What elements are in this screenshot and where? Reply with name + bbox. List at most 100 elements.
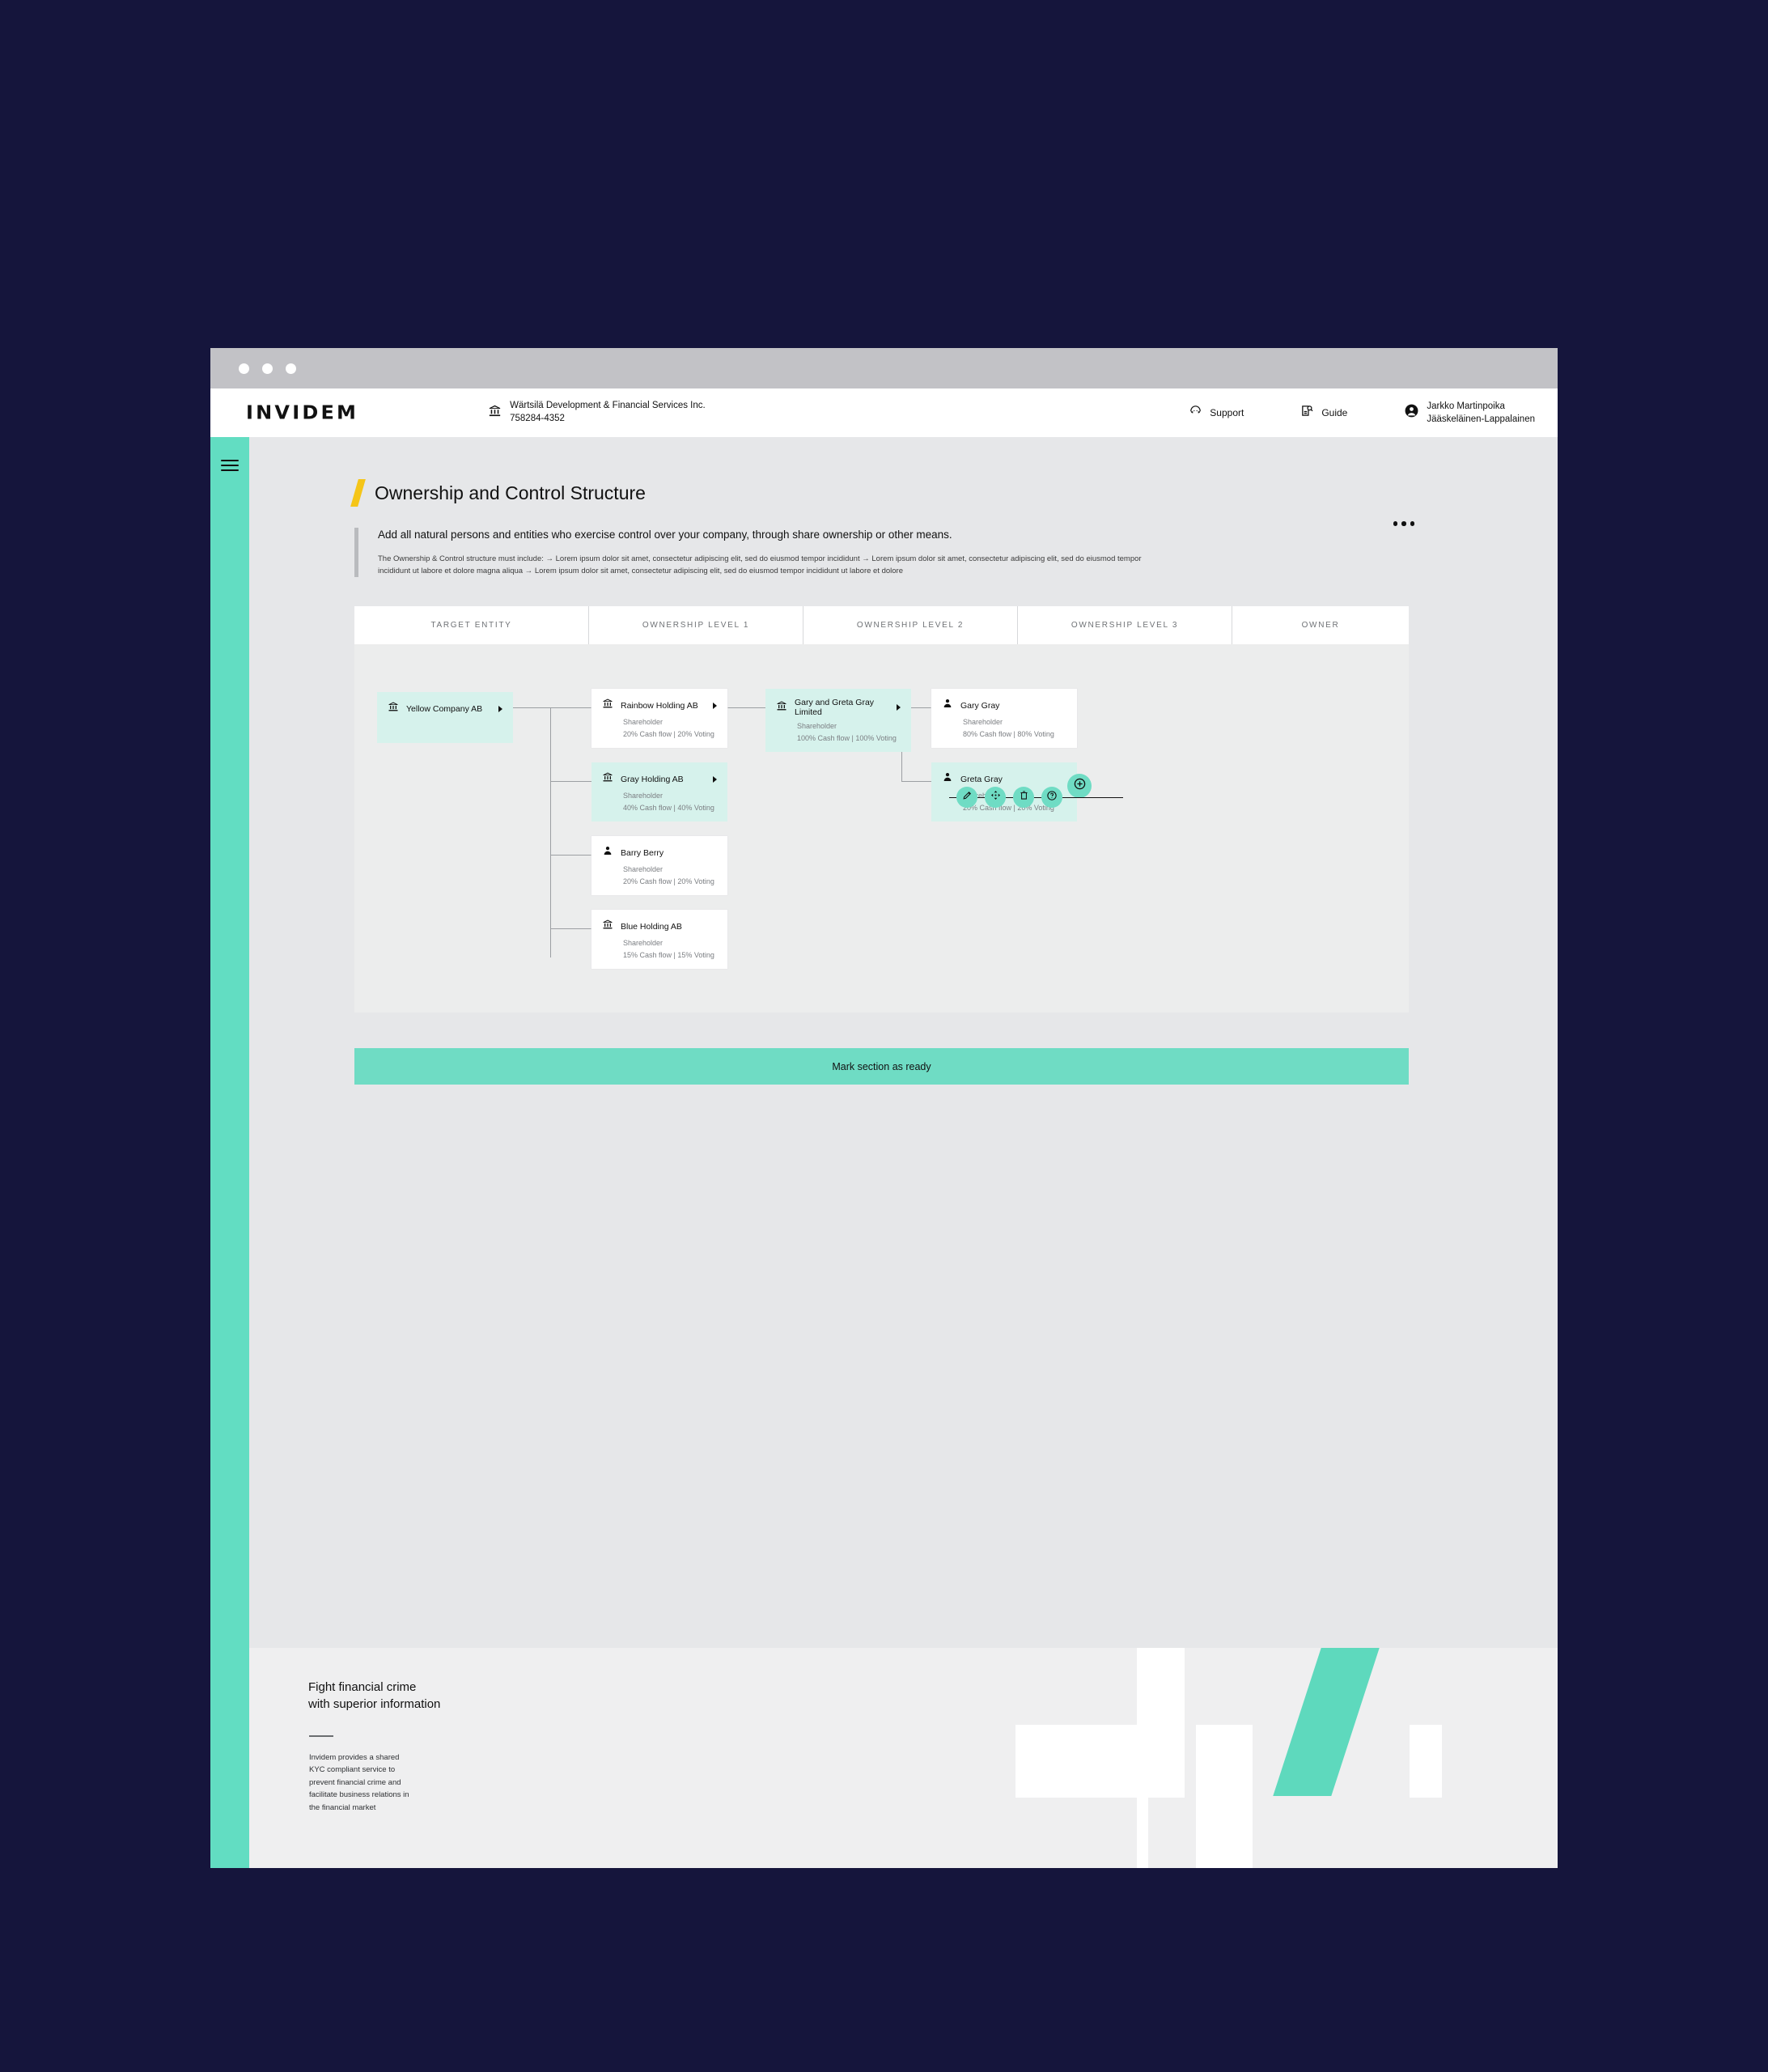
footer-body: Invidem provides a shared KYC compliant … — [309, 1753, 409, 1812]
person-icon — [942, 771, 953, 787]
invidem-logo[interactable]: INVIDEM — [246, 402, 358, 424]
bank-icon — [602, 698, 613, 713]
person-icon — [602, 845, 613, 860]
page-footer: Fight financial crime with superior info… — [249, 1648, 1558, 1868]
yellow-slash-accent — [350, 479, 366, 507]
bank-icon — [488, 404, 502, 422]
column-header-ownership-level-1: OWNERSHIP LEVEL 1 — [589, 606, 803, 645]
connector — [550, 781, 591, 783]
toolbar-connector-tail — [1062, 796, 1123, 799]
more-options-icon[interactable] — [1393, 521, 1414, 526]
bank-icon — [388, 701, 399, 716]
node-name: Yellow Company AB — [406, 703, 483, 714]
browser-titlebar — [210, 348, 1558, 388]
ownership-chart-panel: TARGET ENTITY OWNERSHIP LEVEL 1 OWNERSHI… — [354, 606, 1409, 1013]
decor-block — [1410, 1725, 1442, 1798]
node-name: Gary and Greta Gray Limited — [795, 698, 875, 718]
node-percentages: 40% Cash flow | 40% Voting — [623, 804, 714, 813]
browser-window: INVIDEM Wärtsilä Development & Financial… — [210, 348, 1558, 1868]
node-barry-berry[interactable]: Barry Berry Shareholder 20% Cash flow | … — [591, 836, 727, 896]
window-minimize-dot[interactable] — [262, 363, 273, 374]
mark-section-ready-label: Mark section as ready — [832, 1060, 931, 1072]
node-gary-and-greta-gray-limited[interactable]: Gary and Greta Gray Limited Shareholder … — [765, 689, 911, 753]
connector — [513, 707, 551, 709]
nav-support-label: Support — [1210, 407, 1244, 418]
delete-node-button[interactable] — [1013, 787, 1034, 809]
footer-heading-line2: with superior information — [308, 1697, 441, 1712]
main-content: Ownership and Control Structure Add all … — [249, 437, 1558, 1868]
column-header-ownership-level-3: OWNERSHIP LEVEL 3 — [1018, 606, 1232, 645]
connector — [723, 707, 766, 709]
nav-user-menu[interactable]: Jarkko Martinpoika Jääskeläinen-Lappalai… — [1404, 400, 1535, 426]
bank-icon — [776, 700, 787, 715]
edit-node-button[interactable] — [956, 787, 977, 809]
mark-section-ready-button[interactable]: Mark section as ready — [354, 1048, 1409, 1085]
toolbar-connector — [1034, 796, 1041, 799]
bank-icon — [602, 771, 613, 787]
expand-caret-icon[interactable] — [897, 704, 901, 711]
node-action-toolbar — [949, 787, 1123, 809]
pencil-icon — [962, 790, 973, 805]
footer-divider — [309, 1735, 333, 1737]
teal-slash-graphic — [1273, 1648, 1380, 1796]
description-sub: The Ownership & Control structure must i… — [378, 554, 1142, 575]
app-body: Ownership and Control Structure Add all … — [210, 437, 1558, 1868]
decor-block — [1015, 1725, 1185, 1798]
nav-guide-label: Guide — [1321, 407, 1348, 418]
footer-decorative-graphic — [1015, 1648, 1558, 1868]
node-gary-gray[interactable]: Gary Gray Shareholder 80% Cash flow | 80… — [931, 689, 1077, 749]
connector — [550, 707, 551, 958]
expand-caret-icon[interactable] — [713, 702, 717, 709]
active-company-indicator[interactable]: Wärtsilä Development & Financial Service… — [488, 400, 706, 425]
connector — [550, 855, 591, 856]
page-title: Ownership and Control Structure — [375, 482, 646, 503]
decor-block — [1148, 1648, 1185, 1725]
description-lead: Add all natural persons and entities who… — [378, 529, 952, 541]
guide-document-search-icon — [1300, 404, 1314, 422]
toolbar-connector — [949, 796, 956, 799]
user-name-line2: Jääskeläinen-Lappalainen — [1427, 414, 1535, 424]
column-header-ownership-level-2: OWNERSHIP LEVEL 2 — [803, 606, 1018, 645]
node-percentages: 20% Cash flow | 20% Voting — [623, 877, 714, 886]
node-role: Shareholder — [963, 718, 1003, 727]
company-id: 758284-4352 — [510, 414, 565, 423]
node-name: Blue Holding AB — [621, 921, 682, 932]
expand-caret-icon[interactable] — [713, 775, 717, 783]
node-name: Greta Gray — [960, 774, 1003, 784]
column-header-target-entity: TARGET ENTITY — [354, 606, 589, 645]
user-name-line1: Jarkko Martinpoika — [1427, 401, 1505, 411]
move-node-button[interactable] — [985, 787, 1006, 809]
question-mark-icon — [1046, 790, 1058, 805]
window-close-dot[interactable] — [239, 363, 249, 374]
decor-block — [1196, 1725, 1253, 1868]
column-header-row: TARGET ENTITY OWNERSHIP LEVEL 1 OWNERSHI… — [354, 606, 1409, 645]
connector — [901, 781, 931, 783]
toolbar-connector — [1006, 796, 1013, 799]
nav-guide-link[interactable]: Guide — [1300, 404, 1347, 422]
person-icon — [942, 698, 953, 713]
node-percentages: 100% Cash flow | 100% Voting — [797, 734, 897, 743]
footer-heading: Fight financial crime with superior info… — [308, 1679, 440, 1713]
hamburger-menu-icon[interactable] — [221, 460, 239, 471]
node-percentages: 20% Cash flow | 20% Voting — [623, 730, 714, 739]
node-target-entity[interactable]: Yellow Company AB — [377, 692, 513, 744]
move-arrows-icon — [990, 790, 1001, 805]
help-node-button[interactable] — [1041, 787, 1062, 809]
node-role: Shareholder — [797, 722, 837, 731]
connector — [550, 928, 591, 930]
expand-caret-icon[interactable] — [498, 705, 502, 712]
node-role: Shareholder — [623, 792, 664, 800]
node-gray-holding[interactable]: Gray Holding AB Shareholder 40% Cash flo… — [591, 762, 727, 822]
window-maximize-dot[interactable] — [286, 363, 296, 374]
nav-support-link[interactable]: Support — [1189, 404, 1244, 422]
support-headset-icon — [1189, 404, 1202, 422]
account-circle-icon — [1404, 403, 1419, 422]
node-name: Gary Gray — [960, 700, 1000, 711]
top-navigation-bar: INVIDEM Wärtsilä Development & Financial… — [210, 388, 1558, 437]
bank-icon — [602, 919, 613, 934]
left-rail — [210, 437, 249, 1868]
description-block: Add all natural persons and entities who… — [354, 521, 1414, 578]
node-rainbow-holding[interactable]: Rainbow Holding AB Shareholder 20% Cash … — [591, 689, 727, 749]
footer-heading-line1: Fight financial crime — [308, 1680, 417, 1694]
node-blue-holding[interactable]: Blue Holding AB Shareholder 15% Cash flo… — [591, 910, 727, 970]
